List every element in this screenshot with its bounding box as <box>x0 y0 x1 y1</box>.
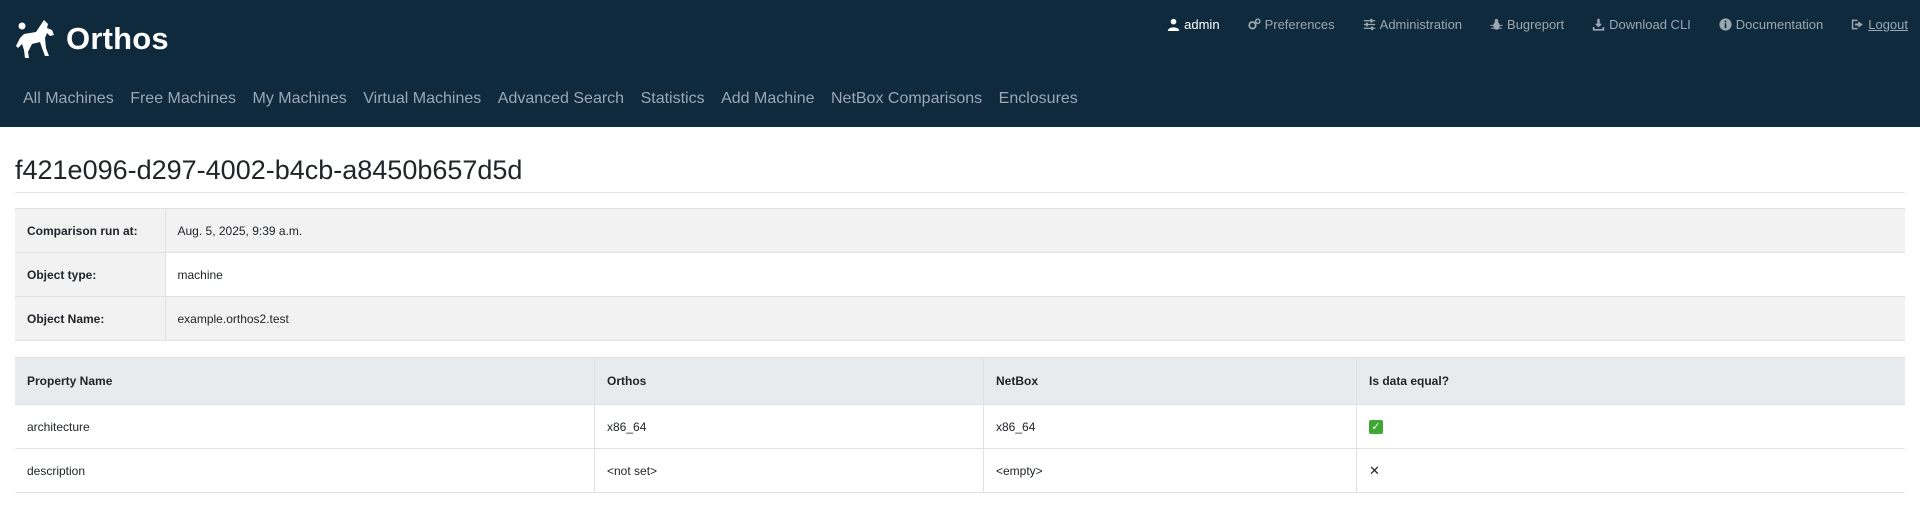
object-name-value: example.orthos2.test <box>165 296 1905 341</box>
nav-enclosures[interactable]: Enclosures <box>999 90 1078 108</box>
table-row: description <not set> <empty> ✕ <box>15 448 1905 493</box>
bugreport-link[interactable]: Bugreport <box>1490 17 1564 32</box>
nav-free-machines[interactable]: Free Machines <box>130 90 236 108</box>
orthos-value-cell: x86_64 <box>594 404 984 449</box>
equal-cell: ✓ <box>1356 404 1905 449</box>
bug-icon <box>1490 19 1503 30</box>
sign-out-icon <box>1852 19 1864 30</box>
object-type-value: machine <box>165 252 1905 297</box>
nav-netbox-comparisons[interactable]: NetBox Comparisons <box>831 90 982 108</box>
comparison-info-table: Comparison run at: Aug. 5, 2025, 9:39 a.… <box>15 208 1905 341</box>
table-row: architecture x86_64 x86_64 ✓ <box>15 404 1905 449</box>
logout-label: Logout <box>1868 17 1908 32</box>
info-circle-icon <box>1719 18 1732 31</box>
header-netbox: NetBox <box>983 357 1357 405</box>
documentation-label: Documentation <box>1735 17 1824 32</box>
top-links: admin Preferences Administration Bugrepo… <box>1139 17 1908 32</box>
brand[interactable]: Orthos <box>14 18 169 60</box>
user-icon <box>1167 18 1180 31</box>
main-nav: All Machines Free Machines My Machines V… <box>23 90 1094 108</box>
check-icon: ✓ <box>1369 420 1383 434</box>
administration-link[interactable]: Administration <box>1363 17 1462 32</box>
download-icon <box>1592 18 1605 31</box>
administration-label: Administration <box>1379 17 1463 32</box>
cross-icon: ✕ <box>1369 462 1380 478</box>
user-menu[interactable]: admin <box>1167 17 1220 32</box>
property-name-cell: architecture <box>15 404 595 449</box>
bugreport-label: Bugreport <box>1507 17 1565 32</box>
header-orthos: Orthos <box>594 357 984 405</box>
gears-icon <box>1247 18 1261 30</box>
netbox-value-cell: x86_64 <box>983 404 1357 449</box>
download-cli-link[interactable]: Download CLI <box>1592 17 1691 32</box>
comparison-table: Property Name Orthos NetBox Is data equa… <box>15 357 1905 493</box>
logout-link[interactable]: Logout <box>1851 17 1908 32</box>
nav-advanced-search[interactable]: Advanced Search <box>498 90 624 108</box>
brand-name: Orthos <box>66 21 169 56</box>
info-row-object-type: Object type: machine <box>15 252 1905 297</box>
horse-logo-icon <box>16 20 54 58</box>
preferences-label: Preferences <box>1264 17 1335 32</box>
header-is-data-equal: Is data equal? <box>1356 357 1905 405</box>
info-row-run-at: Comparison run at: Aug. 5, 2025, 9:39 a.… <box>15 208 1905 253</box>
sliders-icon <box>1363 18 1375 31</box>
nav-add-machine[interactable]: Add Machine <box>721 90 814 108</box>
nav-virtual-machines[interactable]: Virtual Machines <box>363 90 481 108</box>
download-cli-label: Download CLI <box>1609 17 1691 32</box>
header-property-name: Property Name <box>15 357 595 405</box>
object-name-label: Object Name: <box>15 296 166 341</box>
object-type-label: Object type: <box>15 252 166 297</box>
comparison-header-row: Property Name Orthos NetBox Is data equa… <box>15 357 1905 405</box>
documentation-link[interactable]: Documentation <box>1719 17 1823 32</box>
run-at-label: Comparison run at: <box>15 208 166 253</box>
nav-statistics[interactable]: Statistics <box>641 90 705 108</box>
nav-all-machines[interactable]: All Machines <box>23 90 114 108</box>
preferences-link[interactable]: Preferences <box>1247 17 1335 32</box>
run-at-value: Aug. 5, 2025, 9:39 a.m. <box>165 208 1905 253</box>
nav-my-machines[interactable]: My Machines <box>253 90 347 108</box>
property-name-cell: description <box>15 448 595 493</box>
orthos-value-cell: <not set> <box>594 448 984 493</box>
user-name: admin <box>1184 17 1220 32</box>
page-title: f421e096-d297-4002-b4cb-a8450b657d5d <box>15 155 1905 193</box>
equal-cell: ✕ <box>1356 448 1905 493</box>
main-content: f421e096-d297-4002-b4cb-a8450b657d5d Com… <box>0 155 1920 493</box>
netbox-value-cell: <empty> <box>983 448 1357 493</box>
info-row-object-name: Object Name: example.orthos2.test <box>15 296 1905 341</box>
navbar: Orthos admin Preferences Administration … <box>0 0 1920 127</box>
